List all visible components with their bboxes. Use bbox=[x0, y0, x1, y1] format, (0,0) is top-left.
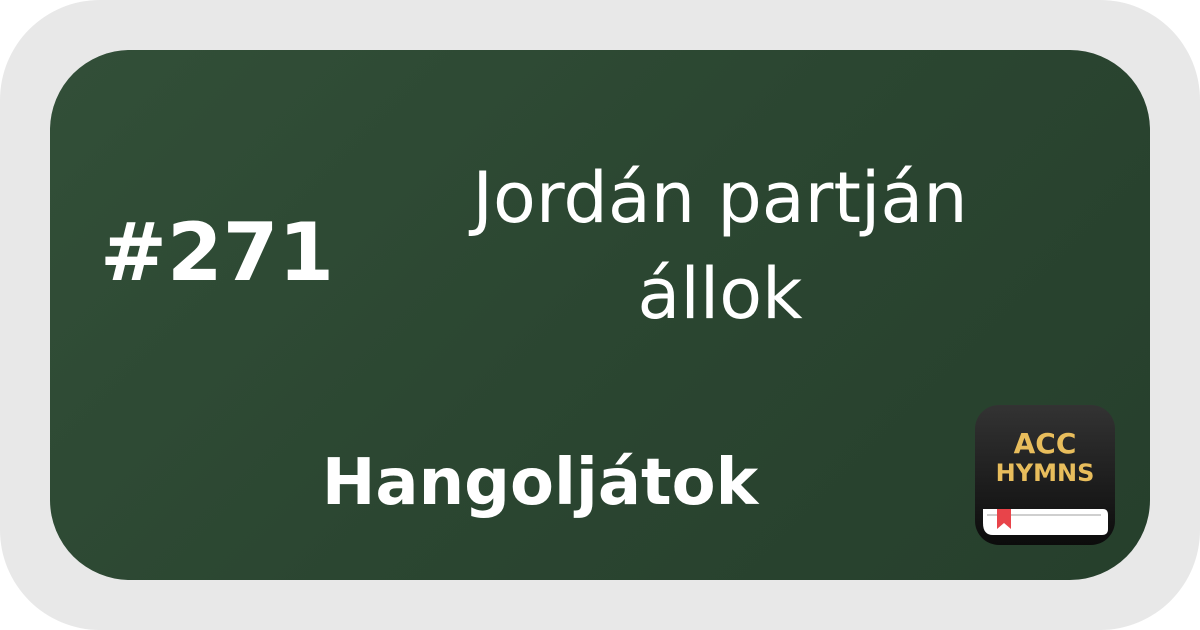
acc-hymns-app-logo: ACC HYMNS bbox=[975, 405, 1115, 545]
book-icon bbox=[983, 509, 1108, 535]
hymn-number: #271 bbox=[100, 206, 335, 299]
hymn-category: Hangoljátok bbox=[321, 446, 759, 520]
hymn-title: Jordán partján állok bbox=[472, 157, 968, 335]
hymn-card: #271 Jordán partján állok Hangoljátok AC… bbox=[50, 50, 1150, 580]
card-frame: #271 Jordán partján állok Hangoljátok AC… bbox=[0, 0, 1200, 630]
